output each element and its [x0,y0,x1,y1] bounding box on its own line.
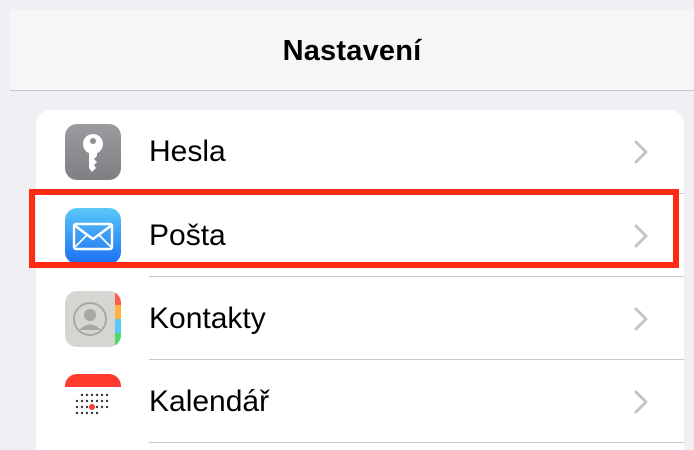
settings-item-label: Kontakty [149,302,266,335]
settings-item-label: Kalendář [149,385,270,418]
contacts-icon [65,291,121,347]
chevron-right-icon [634,307,648,331]
chevron-right-icon [634,224,648,248]
navigation-bar: Nastavení [10,10,694,91]
settings-item-label: Pošta [149,219,226,252]
settings-list: Hesla Pošta Kontakty Kalendář [36,110,684,450]
page-title: Nastavení [282,34,422,67]
calendar-icon [65,374,121,430]
settings-item-label: Hesla [149,135,226,168]
settings-item-mail[interactable]: Pošta [36,194,684,277]
mail-icon [65,208,121,264]
settings-item-contacts[interactable]: Kontakty [36,277,684,360]
separator [149,442,684,443]
chevron-right-icon [634,140,648,164]
settings-item-calendar[interactable]: Kalendář [36,360,684,443]
chevron-right-icon [634,390,648,414]
key-icon [65,124,121,180]
settings-item-passwords[interactable]: Hesla [36,110,684,193]
